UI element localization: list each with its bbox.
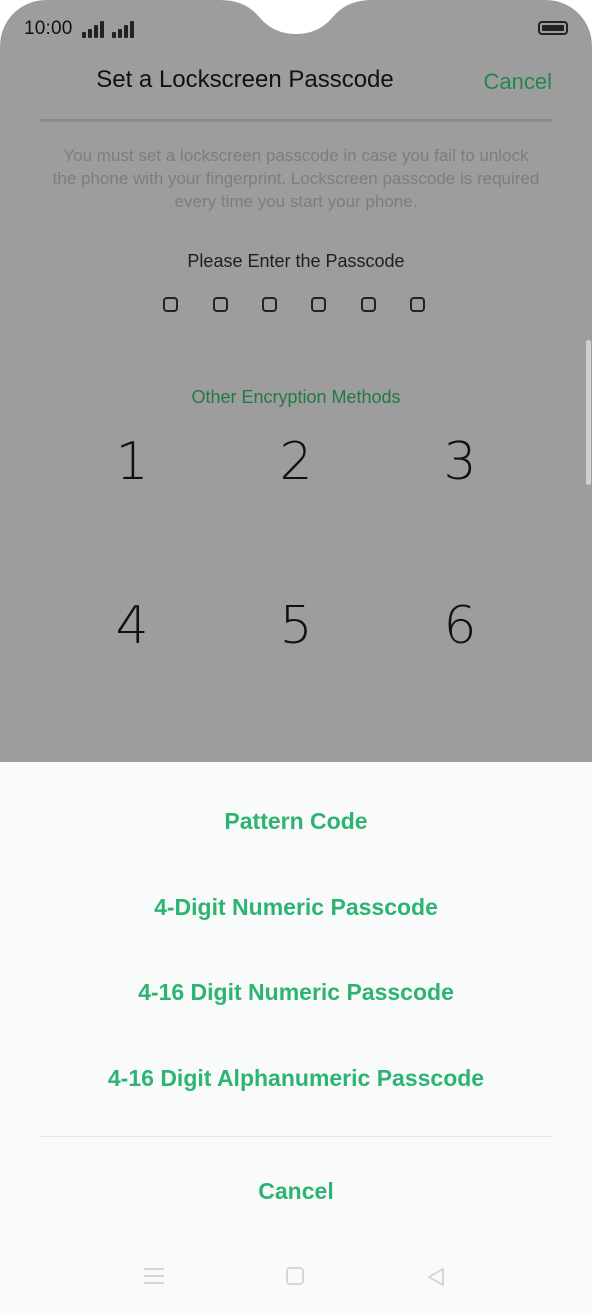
keypad-key-5[interactable]: 5 <box>256 596 336 656</box>
page-title: Set a Lockscreen Passcode <box>96 66 394 93</box>
keypad-key-6[interactable]: 6 <box>420 596 500 656</box>
keypad-key-4[interactable]: 4 <box>92 596 172 656</box>
home-icon[interactable] <box>286 1267 304 1285</box>
back-icon[interactable] <box>426 1267 446 1287</box>
passcode-digit-slot <box>361 297 376 312</box>
description-text: You must set a lockscreen passcode in ca… <box>52 146 540 211</box>
menu-icon[interactable] <box>144 1268 164 1284</box>
passcode-digit-slot <box>410 297 425 312</box>
passcode-digit-slot <box>262 297 277 312</box>
option-pattern-code[interactable]: Pattern Code <box>0 808 592 835</box>
navigation-bar <box>0 1257 592 1315</box>
option-4-16-digit-alphanumeric[interactable]: 4-16 Digit Alphanumeric Passcode <box>0 1065 592 1092</box>
encryption-method-sheet: Pattern Code 4-Digit Numeric Passcode 4-… <box>0 762 592 1315</box>
keypad-key-2[interactable]: 2 <box>256 432 336 492</box>
passcode-digit-slot <box>311 297 326 312</box>
passcode-digit-slot <box>213 297 228 312</box>
divider <box>40 1136 552 1137</box>
other-encryption-methods-link[interactable]: Other Encryption Methods <box>0 387 592 408</box>
option-4-16-digit-numeric[interactable]: 4-16 Digit Numeric Passcode <box>0 979 592 1006</box>
sheet-cancel-button[interactable]: Cancel <box>0 1178 592 1205</box>
passcode-digit-slot <box>163 297 178 312</box>
keypad-key-1[interactable]: 1 <box>92 432 172 492</box>
passcode-indicator <box>163 297 431 315</box>
option-4-digit-numeric[interactable]: 4-Digit Numeric Passcode <box>0 894 592 921</box>
phone-screen: 10:00 Set a Lockscreen Passcode Cancel Y… <box>0 0 592 1315</box>
keypad-key-3[interactable]: 3 <box>420 432 500 492</box>
divider <box>40 119 552 122</box>
notch-frame <box>0 0 592 46</box>
cancel-button[interactable]: Cancel <box>484 69 552 95</box>
scrollbar <box>586 340 591 485</box>
passcode-prompt: Please Enter the Passcode <box>187 251 405 271</box>
